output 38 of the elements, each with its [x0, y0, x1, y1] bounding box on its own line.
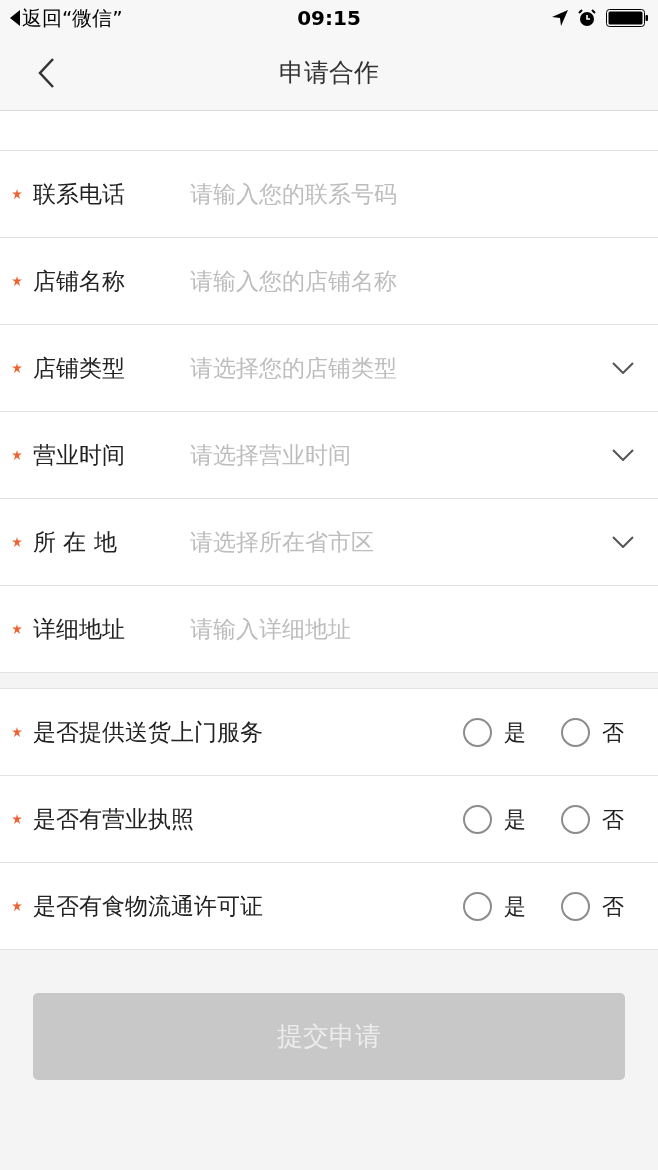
input-field[interactable]: 请选择营业时间 [190, 437, 604, 473]
battery-icon [606, 9, 648, 27]
radio-icon[interactable] [463, 717, 492, 747]
field-label: 联系电话 [33, 179, 126, 209]
radio-icon[interactable] [463, 891, 492, 921]
radio-option[interactable]: 是 [463, 715, 526, 749]
radio-icon[interactable] [463, 804, 492, 834]
page-title: 申请合作 [279, 57, 379, 90]
field-label: 营业时间 [33, 440, 126, 470]
radio-icon[interactable] [561, 891, 590, 921]
back-triangle-icon [10, 10, 20, 26]
input-field[interactable]: 请选择您的店铺类型 [190, 350, 604, 386]
chevron-down-icon[interactable] [612, 536, 634, 548]
field-label: 详细地址 [33, 614, 126, 644]
radio-option[interactable]: 否 [561, 802, 624, 836]
input-field[interactable]: 请选择所在省市区 [190, 524, 604, 560]
radio-icon[interactable] [561, 717, 590, 747]
radio-option[interactable]: 否 [561, 715, 624, 749]
radio-option[interactable]: 否 [561, 889, 624, 923]
question-label: 是否有食物流通许可证 [33, 891, 264, 921]
back-label[interactable]: 返回“微信” [22, 3, 123, 33]
input-field[interactable]: 请输入详细地址 [190, 611, 604, 647]
field-label: 所 在 地 [33, 527, 118, 557]
question-label: 是否提供送货上门服务 [33, 717, 264, 747]
question-label: 是否有营业执照 [33, 804, 195, 834]
radio-option[interactable]: 是 [463, 889, 526, 923]
location-arrow-icon [552, 10, 568, 26]
chevron-down-icon[interactable] [612, 362, 634, 374]
input-field[interactable]: 请输入您的联系号码 [190, 176, 604, 212]
radio-option[interactable]: 是 [463, 802, 526, 836]
chevron-down-icon[interactable] [612, 449, 634, 461]
clock-time: 09:15 [297, 5, 361, 32]
radio-icon[interactable] [561, 804, 590, 834]
input-field[interactable]: 请输入您的店铺名称 [190, 263, 604, 299]
field-label: 店铺类型 [33, 353, 126, 383]
field-label: 店铺名称 [33, 266, 126, 296]
alarm-icon [578, 9, 596, 27]
back-chevron-icon[interactable] [37, 57, 55, 89]
